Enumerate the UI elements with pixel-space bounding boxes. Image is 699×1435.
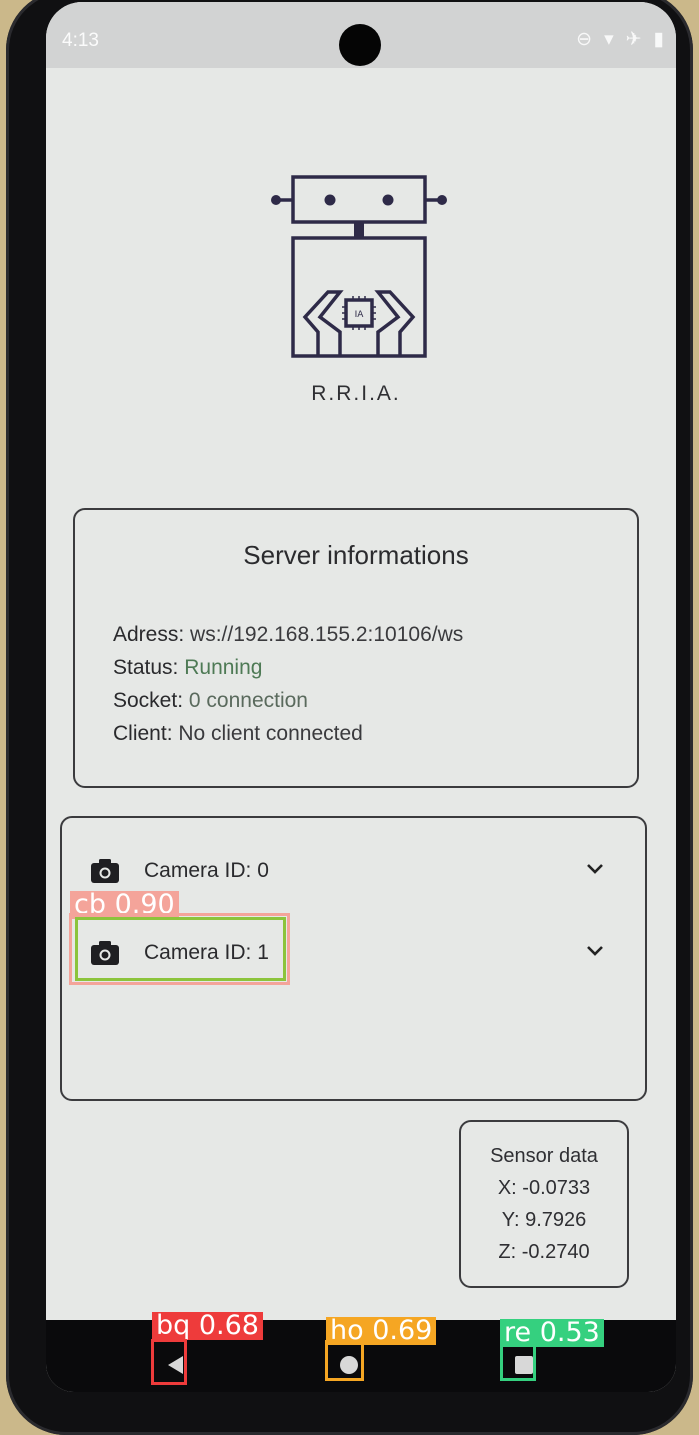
- sensor-data-card: Sensor data X: -0.0733 Y: 9.7926 Z: -0.2…: [459, 1120, 629, 1288]
- phone-frame: 4:13 ⊖ ▾ ✈ ▮ IA R.R.I.A. Server informat…: [6, 0, 693, 1435]
- server-info-card: Server informations Adress: ws://192.168…: [73, 508, 639, 788]
- airplane-icon: ✈: [625, 29, 642, 50]
- wifi-icon: ▾: [604, 29, 614, 50]
- detection-label-bq: bq 0.68: [152, 1312, 263, 1340]
- camera-item-0[interactable]: Camera ID: 0: [62, 848, 645, 894]
- battery-icon: ▮: [653, 29, 664, 50]
- detection-box-bq: [151, 1339, 187, 1385]
- logo-chip-text: IA: [355, 310, 365, 320]
- status-label: Status:: [113, 656, 179, 679]
- app-name: R.R.I.A.: [311, 382, 401, 405]
- camera-icon: [91, 859, 119, 883]
- status-value: Running: [184, 656, 263, 679]
- address-row: Adress: ws://192.168.155.2:10106/ws: [113, 623, 463, 647]
- status-row: Status: Running: [113, 656, 262, 680]
- address-label: Adress:: [113, 623, 185, 646]
- socket-label: Socket:: [113, 689, 184, 712]
- chevron-down-icon[interactable]: [585, 862, 605, 876]
- detection-box-re: [500, 1343, 536, 1381]
- detection-box-cb-inner: [75, 917, 286, 981]
- status-time: 4:13: [62, 30, 99, 51]
- sensor-x: X: -0.0733: [497, 1177, 591, 1199]
- detection-box-ho: [325, 1340, 364, 1381]
- robot-logo-icon: IA: [271, 175, 447, 358]
- socket-value: 0 connection: [188, 689, 308, 712]
- camera-label: Camera ID: 0: [144, 859, 269, 882]
- client-label: Client:: [113, 722, 173, 745]
- socket-row: Socket: 0 connection: [113, 689, 308, 713]
- client-value: No client connected: [178, 722, 363, 745]
- address-value: ws://192.168.155.2:10106/ws: [190, 623, 464, 646]
- client-row: Client: No client connected: [113, 722, 363, 746]
- server-info-title: Server informations: [243, 540, 469, 570]
- sensor-y: Y: 9.7926: [501, 1209, 587, 1231]
- sensor-title: Sensor data: [490, 1145, 598, 1167]
- sensor-z: Z: -0.2740: [498, 1241, 590, 1263]
- app-screen: 4:13 ⊖ ▾ ✈ ▮ IA R.R.I.A. Server informat…: [46, 2, 676, 1392]
- front-camera-cutout: [339, 24, 381, 66]
- do-not-disturb-icon: ⊖: [576, 29, 593, 50]
- chevron-down-icon[interactable]: [585, 944, 605, 958]
